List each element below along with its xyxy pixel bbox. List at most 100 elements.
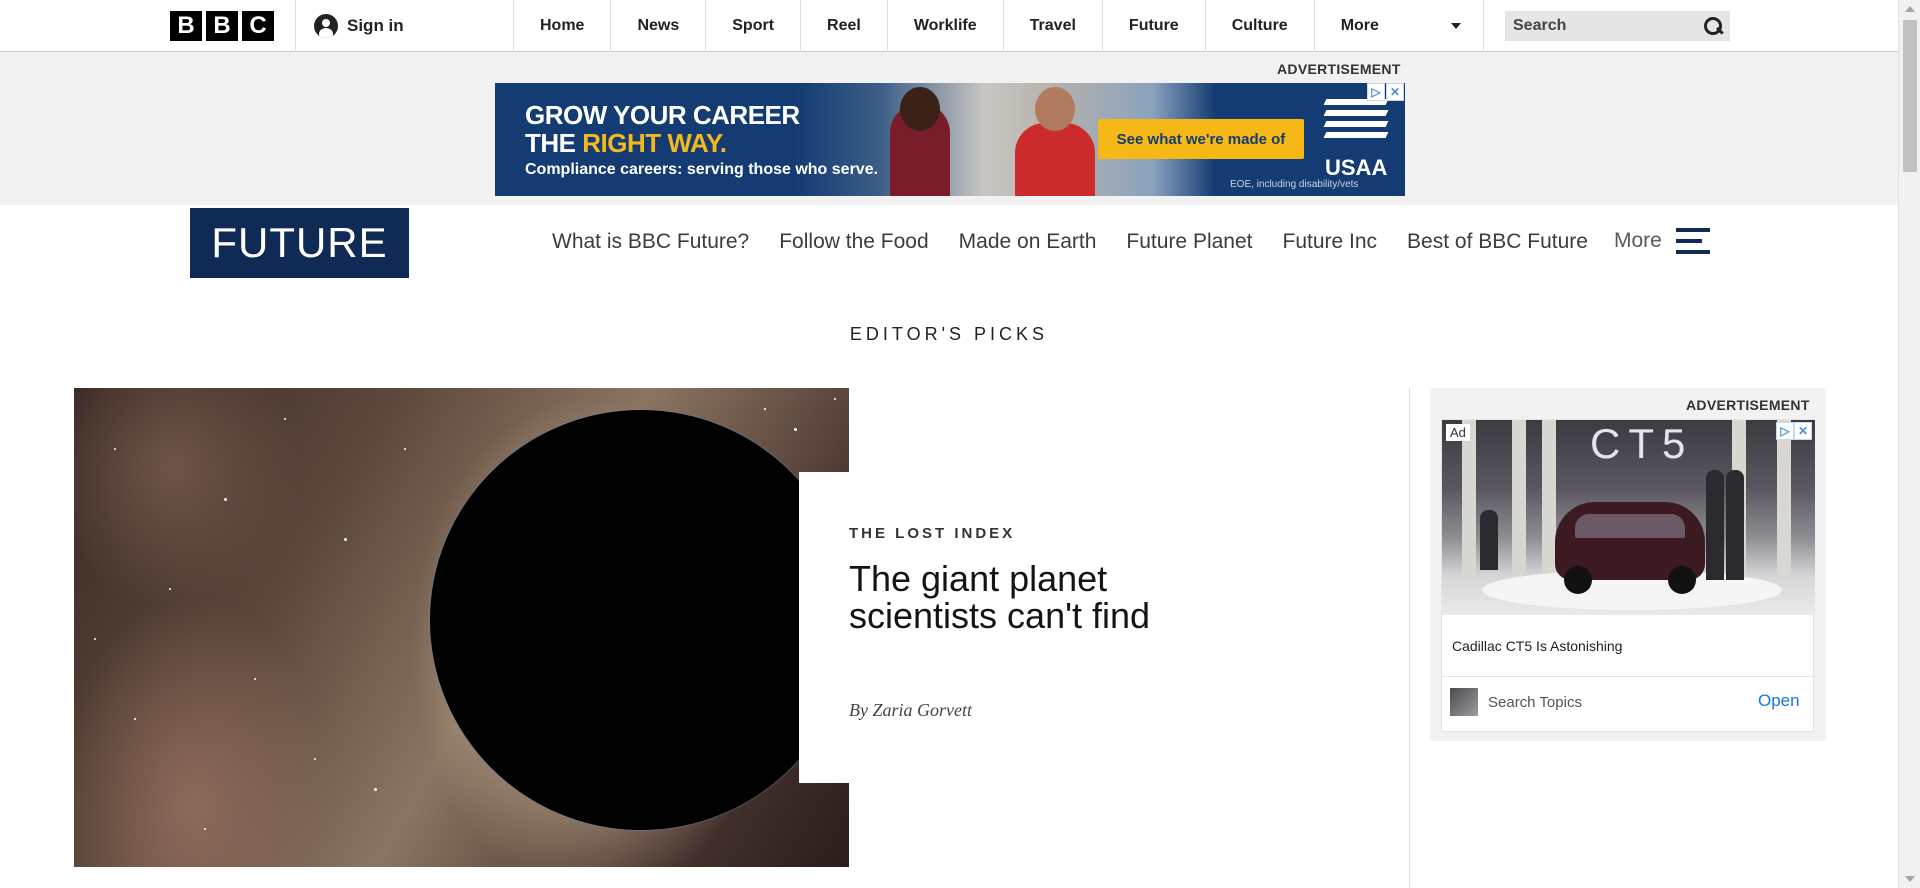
divider <box>1442 676 1815 677</box>
future-logo[interactable]: FUTURE <box>190 208 409 278</box>
star <box>169 588 171 590</box>
ad-caption[interactable]: Cadillac CT5 Is Astonishing <box>1452 638 1622 654</box>
divider <box>295 0 296 52</box>
ad-person-head <box>900 87 940 131</box>
scroll-down-icon[interactable] <box>1905 876 1915 882</box>
ad-badge: Ad <box>1446 424 1470 441</box>
star <box>794 428 797 431</box>
side-ad-card[interactable]: CT5 Ad ▷ ✕ Cadillac CT5 Is Astonishing S… <box>1441 419 1815 732</box>
nav-item-culture[interactable]: Culture <box>1204 0 1314 52</box>
bbc-logo-letter: B <box>170 11 202 41</box>
ad-headline-line1: GROW YOUR CAREER <box>525 100 800 130</box>
star <box>224 498 227 501</box>
car-ad-image[interactable]: CT5 Ad ▷ ✕ <box>1442 420 1815 615</box>
column-divider <box>1409 388 1410 888</box>
search-placeholder: Search <box>1513 17 1567 34</box>
ad-person-head <box>1035 87 1075 131</box>
nav-item-sport[interactable]: Sport <box>705 0 800 52</box>
future-nav: What is BBC Future? Follow the Food Made… <box>552 230 1588 254</box>
ad-headline: GROW YOUR CAREER THE RIGHT WAY. <box>525 101 800 157</box>
nav-item-reel[interactable]: Reel <box>800 0 887 52</box>
future-nav-item-future-inc[interactable]: Future Inc <box>1283 230 1378 254</box>
star <box>284 418 286 420</box>
global-nav-links: Home News Sport Reel Worklife Travel Fut… <box>513 0 1484 52</box>
sign-in-label: Sign in <box>347 16 404 35</box>
nav-item-news[interactable]: News <box>610 0 705 52</box>
nav-item-travel[interactable]: Travel <box>1002 0 1102 52</box>
showroom-pillar <box>1777 420 1791 580</box>
side-ad: ADVERTISEMENT CT5 Ad ▷ ✕ Cadillac CT5 Is… <box>1430 388 1826 741</box>
search-topics-label[interactable]: Search Topics <box>1488 694 1582 711</box>
user-icon <box>314 14 338 38</box>
usaa-banner-ad[interactable]: GROW YOUR CAREER THE RIGHT WAY. Complian… <box>495 83 1405 196</box>
planet-silhouette <box>430 410 849 830</box>
ad-subline: Compliance careers: serving those who se… <box>525 161 879 178</box>
star <box>764 408 766 410</box>
star <box>254 678 256 680</box>
hero-kicker[interactable]: THE LOST INDEX <box>849 525 1015 542</box>
nav-more-button[interactable]: More <box>1313 0 1484 52</box>
close-icon[interactable]: ✕ <box>1386 83 1404 101</box>
showroom-pillar <box>1462 420 1476 580</box>
open-button[interactable]: Open <box>1758 691 1800 711</box>
star <box>114 448 116 450</box>
scrollbar-thumb[interactable] <box>1903 20 1917 172</box>
ad-headline-yellow: RIGHT WAY. <box>582 128 727 158</box>
nav-item-future[interactable]: Future <box>1101 0 1205 52</box>
showroom-person <box>1726 470 1744 580</box>
star <box>404 448 406 450</box>
ad-image-text: CT5 <box>1590 420 1694 467</box>
search-input[interactable]: Search <box>1505 11 1730 41</box>
nav-item-worklife[interactable]: Worklife <box>886 0 1003 52</box>
hero-byline: By Zaria Gorvett <box>849 700 972 720</box>
advertisement-label: ADVERTISEMENT <box>1277 61 1401 77</box>
future-more-button[interactable]: More <box>1614 228 1710 254</box>
vertical-scrollbar[interactable] <box>1898 0 1920 888</box>
adchoices-icon[interactable]: ▷ <box>1367 83 1385 101</box>
future-nav-item-what-is[interactable]: What is BBC Future? <box>552 230 749 254</box>
global-nav-bar: B B C Sign in Home News Sport Reel Workl… <box>0 0 1898 52</box>
future-more-label: More <box>1614 229 1662 252</box>
future-nav-item-best-of[interactable]: Best of BBC Future <box>1407 230 1588 254</box>
bbc-logo[interactable]: B B C <box>170 11 274 41</box>
search-icon[interactable] <box>1704 17 1722 35</box>
advertisement-label: ADVERTISEMENT <box>1686 397 1810 413</box>
ad-headline-line2: THE RIGHT WAY. <box>525 129 800 157</box>
star <box>374 788 377 791</box>
car-wheel <box>1564 566 1592 594</box>
adchoices-icon[interactable]: ▷ <box>1776 422 1794 440</box>
bbc-logo-letter: B <box>206 11 238 41</box>
star <box>94 638 96 640</box>
chevron-down-icon <box>1450 23 1461 29</box>
showroom-pillar <box>1512 420 1526 580</box>
ad-person <box>1015 123 1095 196</box>
ad-brand: USAA <box>1325 155 1388 180</box>
ad-thumbnail <box>1450 688 1478 716</box>
future-nav-item-made-on-earth[interactable]: Made on Earth <box>959 230 1097 254</box>
showroom-person <box>1480 510 1498 570</box>
nav-more-label: More <box>1340 17 1379 34</box>
close-icon[interactable]: ✕ <box>1794 422 1812 440</box>
showroom-person <box>1706 470 1724 580</box>
star <box>314 758 316 760</box>
usaa-eagle-icon <box>1323 99 1389 151</box>
hero-headline[interactable]: The giant planet scientists can't find <box>849 560 1209 634</box>
scroll-up-icon[interactable] <box>1905 6 1915 12</box>
showroom-pillar <box>1542 420 1556 580</box>
car-wheel <box>1668 566 1696 594</box>
ad-cta-button[interactable]: See what we're made of <box>1098 119 1304 159</box>
star <box>344 538 347 541</box>
sign-in-link[interactable]: Sign in <box>314 14 404 38</box>
section-title: EDITOR'S PICKS <box>849 324 1049 344</box>
nav-item-home[interactable]: Home <box>513 0 610 52</box>
top-ad-band: ADVERTISEMENT GROW YOUR CAREER THE RIGHT… <box>0 52 1898 205</box>
star <box>204 828 206 830</box>
bbc-logo-letter: C <box>242 11 274 41</box>
star <box>134 718 136 720</box>
star <box>834 398 836 400</box>
ad-headline-white: THE <box>525 128 583 158</box>
future-nav-item-future-planet[interactable]: Future Planet <box>1126 230 1252 254</box>
future-nav-item-follow-the-food[interactable]: Follow the Food <box>779 230 928 254</box>
ad-fineprint: EOE, including disability/vets <box>1230 179 1359 190</box>
hero-image[interactable] <box>74 388 849 867</box>
